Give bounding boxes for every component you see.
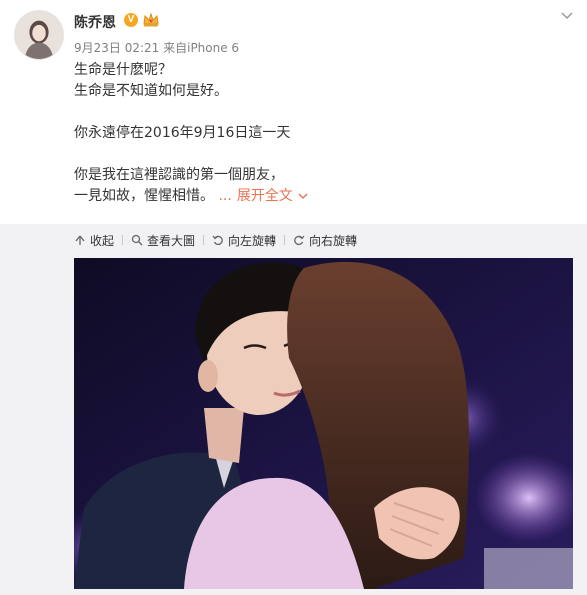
view-large-button[interactable]: 查看大圖 [131, 232, 195, 249]
view-large-label: 查看大圖 [147, 233, 196, 248]
post-line: 生命是什麽呢？ [74, 62, 172, 78]
rotate-right-icon [294, 235, 305, 246]
rotate-left-button[interactable]: 向左旋轉 [212, 232, 276, 249]
rotate-right-button[interactable]: 向右旋轉 [293, 232, 357, 249]
collapse-icon [75, 235, 85, 245]
post-content: 生命是什麽呢？ 生命是不知道如何是好。 你永遠停在2016年9月16日這一天 你… [74, 60, 554, 207]
avatar[interactable] [14, 10, 64, 60]
post-line-last: 一見如故，惺惺相惜。 ... 展开全文 [74, 186, 554, 207]
chevron-down-icon[interactable] [559, 8, 575, 24]
divider [122, 235, 124, 245]
post-line: 一見如故，惺惺相惜。 [74, 188, 214, 204]
verified-badge: V [124, 13, 138, 27]
post-line: 生命是不知道如何是好。 [74, 83, 228, 99]
magnifier-icon [131, 234, 143, 246]
expand-link[interactable]: 展开全文 [237, 188, 293, 204]
username[interactable]: 陈乔恩 [74, 12, 116, 32]
rotate-left-label: 向左旋轉 [228, 233, 277, 248]
media-toolbar: 收起 查看大圖 向左旋轉 向右旋轉 [74, 230, 357, 250]
rotate-left-icon [212, 235, 223, 246]
post-line: 你永遠停在2016年9月16日這一天 [74, 125, 291, 141]
divider [284, 235, 286, 245]
post-line: 你是我在這裡認識的第一個朋友， [74, 167, 284, 183]
expand-chevron-icon[interactable] [297, 191, 309, 201]
rotate-right-label: 向右旋轉 [309, 233, 358, 248]
post-meta: 9月23日 02:21 来自iPhone 6 [74, 41, 240, 55]
divider [203, 235, 205, 245]
ellipsis: ... [218, 188, 232, 204]
post-photo[interactable] [74, 258, 573, 589]
collapse-button[interactable]: 收起 [74, 232, 114, 249]
weibo-post: 陈乔恩 V 9月23日 02:21 来自iPhone 6 生命是什麽呢？ 生命是… [0, 0, 587, 595]
collapse-label: 收起 [90, 233, 115, 248]
crown-icon [142, 11, 160, 29]
